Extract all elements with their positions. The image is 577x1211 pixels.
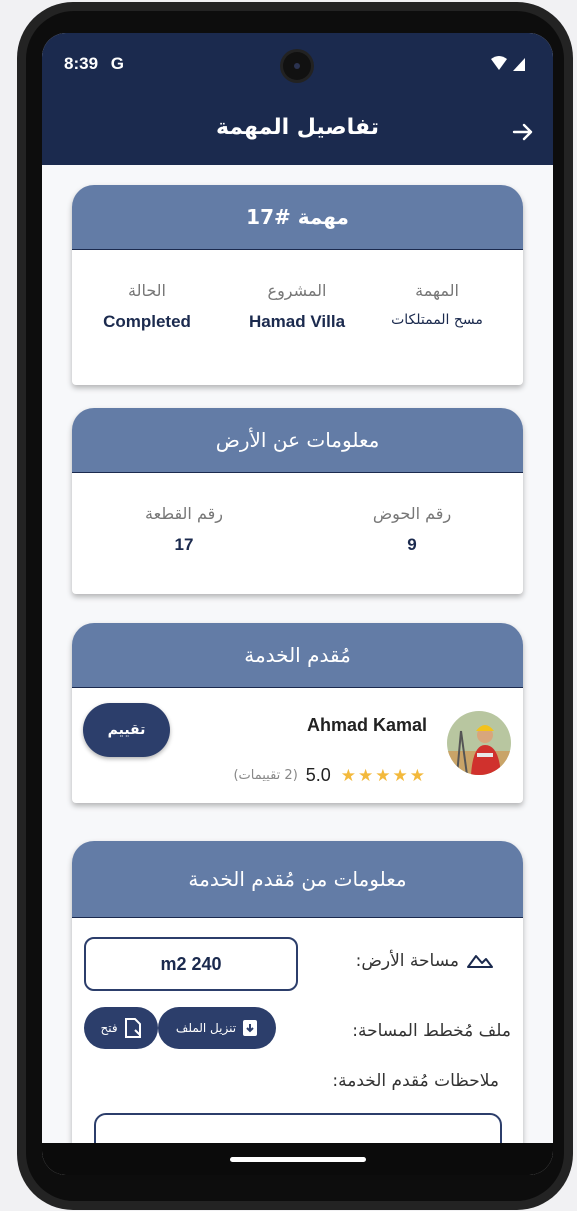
plot-number-column: رقم القطعة 17 — [124, 504, 244, 555]
app-screen: 8:39 G تفاصيل المهمة مهمة #17 المهمة مسح… — [42, 33, 553, 1175]
plot-number-value: 17 — [174, 535, 194, 554]
page-title: تفاصيل المهمة — [215, 115, 380, 140]
rate-button[interactable]: تقييم — [83, 703, 170, 757]
task-label: المهمة — [415, 281, 459, 300]
navigation-bar — [42, 1143, 553, 1175]
provider-card-header: مُقدم الخدمة — [72, 623, 523, 688]
google-g-icon: G — [110, 54, 124, 73]
land-card-header: معلومات عن الأرض — [72, 408, 523, 473]
arrow-right-icon — [512, 123, 533, 141]
project-label: المشروع — [267, 281, 327, 300]
provider-info-header: معلومات من مُقدم الخدمة — [72, 841, 523, 918]
notes-label: ملاحظات مُقدم الخدمة: — [332, 1071, 499, 1091]
task-value: مسح الممتلكات — [391, 312, 483, 328]
download-file-button[interactable]: تنزيل الملف — [158, 1007, 276, 1049]
provider-name: Ahmad Kamal — [306, 715, 427, 735]
download-icon — [243, 1020, 258, 1036]
task-card-header: مهمة #17 — [72, 185, 523, 250]
plan-file-label: ملف مُخطط المساحة: — [352, 1021, 511, 1041]
open-file-button[interactable]: فتح — [84, 1007, 158, 1049]
area-label: مساحة الأرض: — [356, 951, 493, 971]
land-info-card: معلومات عن الأرض رقم الحوض 9 رقم القطعة … — [72, 408, 523, 594]
plot-number-label: رقم القطعة — [145, 504, 223, 523]
app-bar: تفاصيل المهمة — [42, 97, 553, 165]
home-handle[interactable] — [230, 1157, 366, 1162]
star-icon: ★★★★★ — [340, 765, 427, 786]
wifi-icon — [491, 56, 507, 70]
file-open-icon — [124, 1018, 141, 1038]
basin-number-value: 9 — [407, 535, 417, 554]
provider-info-title: معلومات من مُقدم الخدمة — [188, 867, 407, 891]
system-icons — [489, 55, 529, 79]
provider-info-card: معلومات من مُقدم الخدمة m2 240 مساحة الأ… — [72, 841, 523, 1175]
area-value-field: m2 240 — [84, 937, 298, 991]
status-label: الحالة — [128, 281, 166, 300]
provider-card-title: مُقدم الخدمة — [244, 643, 351, 667]
scroll-content[interactable]: مهمة #17 المهمة مسح الممتلكات المشروع Ha… — [42, 165, 553, 1175]
rating-row: (2 تقييمات) 5.0 ★★★★★ — [233, 765, 427, 786]
rating-score: 5.0 — [305, 765, 331, 785]
project-column: المشروع Hamad Villa — [237, 281, 357, 332]
task-column: المهمة مسح الممتلكات — [377, 281, 497, 328]
terrain-icon — [467, 955, 493, 968]
land-card-title: معلومات عن الأرض — [215, 428, 380, 452]
rating-count: (2 تقييمات) — [233, 768, 298, 783]
back-button[interactable] — [508, 117, 538, 147]
signal-icon — [513, 58, 525, 71]
basin-number-label: رقم الحوض — [372, 504, 452, 523]
area-label-text: مساحة الأرض: — [355, 951, 459, 971]
project-value: Hamad Villa — [248, 312, 346, 331]
status-time: 8:39 G — [64, 54, 124, 73]
camera-cutout — [283, 52, 311, 80]
download-label: تنزيل الملف — [175, 1021, 237, 1035]
status-value: Completed — [103, 312, 191, 331]
status-bar: 8:39 G — [42, 33, 553, 97]
avatar — [447, 711, 511, 775]
status-column: الحالة Completed — [87, 281, 207, 332]
basin-number-column: رقم الحوض 9 — [352, 504, 472, 555]
task-card: مهمة #17 المهمة مسح الممتلكات المشروع Ha… — [72, 185, 523, 385]
task-title: مهمة #17 — [246, 205, 349, 229]
open-label: فتح — [100, 1021, 118, 1035]
provider-card: مُقدم الخدمة تقييم Ahmad Kamal (2 تقييما… — [72, 623, 523, 803]
